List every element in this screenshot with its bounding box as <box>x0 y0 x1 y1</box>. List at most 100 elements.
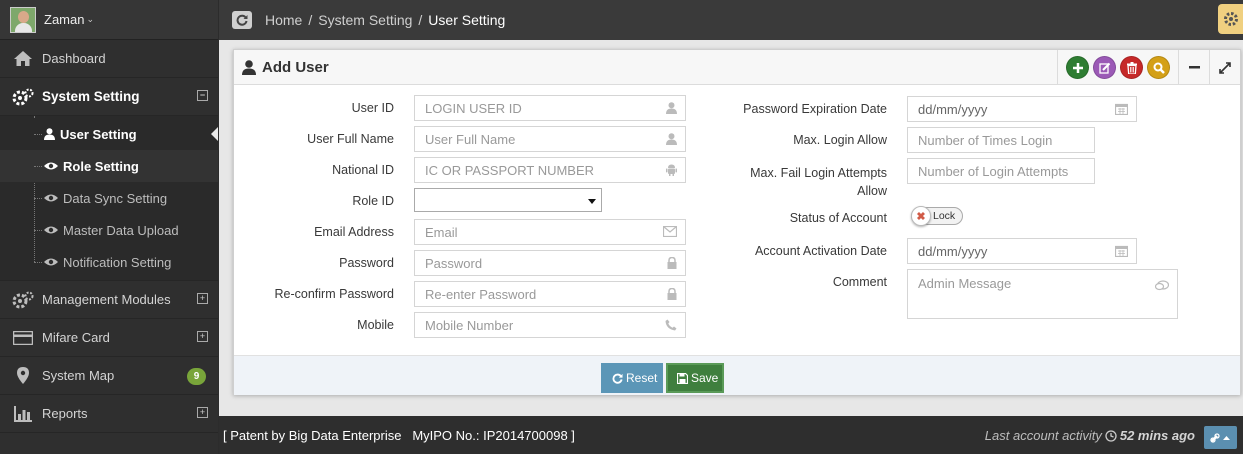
account-activation-date-field[interactable]: dd/mm/yyyy <box>907 238 1137 264</box>
calendar-icon <box>1115 245 1128 257</box>
refresh-icon <box>612 373 623 384</box>
close-icon: ✖ <box>911 206 931 226</box>
eye-icon <box>44 257 58 267</box>
sidebar-item-data-sync-setting[interactable]: Data Sync Setting <box>0 182 218 214</box>
comment-placeholder: Admin Message <box>918 276 1012 291</box>
sidebar-item-label: System Setting <box>42 89 140 104</box>
expand-icon[interactable]: + <box>197 407 208 418</box>
email-placeholder: Email <box>425 224 458 240</box>
user-id-field[interactable]: LOGIN USER ID <box>414 95 686 121</box>
comment-textarea[interactable]: Admin Message <box>907 269 1178 319</box>
role-id-select[interactable] <box>414 188 602 212</box>
floppy-disk-icon <box>677 372 688 384</box>
breadcrumb-home[interactable]: Home <box>265 12 302 28</box>
password-label: Password <box>339 256 394 270</box>
max-fail-label: Max. Fail Login Attempts Allow <box>750 164 887 200</box>
sidebar-item-label: Management Modules <box>42 292 171 307</box>
user-icon <box>666 102 677 114</box>
breadcrumb-separator: / <box>308 12 313 28</box>
expand-icon <box>1219 61 1231 74</box>
refresh-icon <box>236 14 248 26</box>
mobile-placeholder: Mobile Number <box>425 317 514 333</box>
status-of-account-label: Status of Account <box>789 211 887 225</box>
sidebar-item-system-map[interactable]: System Map 9 <box>0 357 218 395</box>
expand-icon[interactable]: + <box>197 331 208 342</box>
lock-icon <box>667 288 677 300</box>
sidebar-item-reports[interactable]: Reports + <box>0 395 218 433</box>
role-id-label: Role ID <box>352 194 394 208</box>
user-icon <box>44 128 55 140</box>
scroll-top-button[interactable] <box>1204 426 1237 449</box>
user-menu[interactable]: Zaman ⌄ <box>0 0 218 40</box>
max-login-label: Max. Login Allow <box>793 133 887 147</box>
sidebar-item-label: Reports <box>42 406 88 421</box>
breadcrumb-system-setting[interactable]: System Setting <box>318 12 412 28</box>
refresh-button[interactable] <box>232 11 252 29</box>
link-up-icon <box>1209 432 1230 443</box>
max-fail-label-line2: Allow <box>857 184 887 198</box>
add-button[interactable] <box>1066 56 1089 79</box>
panel-title: Add User <box>242 59 329 76</box>
gear-icon <box>1223 12 1238 26</box>
max-fail-label-line1: Max. Fail Login Attempts <box>750 166 887 180</box>
max-fail-placeholder: Number of Login Attempts <box>918 163 1069 179</box>
comment-label: Comment <box>832 275 887 289</box>
expand-icon[interactable]: + <box>197 293 208 304</box>
reconfirm-password-field[interactable]: Re-enter Password <box>414 281 686 307</box>
edit-button[interactable] <box>1093 56 1116 79</box>
action-buttons <box>1057 50 1178 85</box>
delete-button[interactable] <box>1120 56 1143 79</box>
sidebar-item-label: Master Data Upload <box>63 222 179 238</box>
sidebar-item-master-data-upload[interactable]: Master Data Upload <box>0 214 218 246</box>
fullscreen-button[interactable] <box>1209 50 1240 85</box>
password-expiration-date-field[interactable]: dd/mm/yyyy <box>907 96 1137 122</box>
sidebar-item-mifare-card[interactable]: Mifare Card + <box>0 319 218 357</box>
last-activity: Last account activity 52 mins ago <box>985 428 1195 443</box>
password-field[interactable]: Password <box>414 250 686 276</box>
eye-icon <box>44 193 58 203</box>
system-setting-submenu: User Setting Role Setting Data Sync Sett… <box>0 116 218 281</box>
reset-button[interactable]: Reset <box>601 363 663 393</box>
sidebar-item-label: System Map <box>42 368 115 383</box>
cogs-icon <box>12 88 34 106</box>
credit-card-icon <box>12 330 34 345</box>
national-id-field[interactable]: IC OR PASSPORT NUMBER <box>414 157 686 183</box>
settings-button[interactable] <box>1218 4 1243 34</box>
email-field[interactable]: Email <box>414 219 686 245</box>
breadcrumb-separator: / <box>418 12 423 28</box>
form-actions: Reset Save <box>234 355 1240 395</box>
android-icon <box>666 164 677 176</box>
sidebar-item-notification-setting[interactable]: Notification Setting <box>0 246 218 278</box>
max-login-field[interactable]: Number of Times Login <box>907 127 1095 153</box>
eye-icon <box>44 225 58 235</box>
footer: [ Patent by Big Data Enterprise MyIPO No… <box>219 416 1243 454</box>
activation-date-label: Account Activation Date <box>754 244 887 258</box>
save-button[interactable]: Save <box>666 363 724 393</box>
sidebar-item-management-modules[interactable]: Management Modules + <box>0 281 218 319</box>
main-content: Add User User ID User Full Name National… <box>219 40 1243 416</box>
sidebar-item-system-setting[interactable]: System Setting − <box>0 78 218 116</box>
eye-icon <box>44 161 58 171</box>
account-lock-toggle[interactable]: ✖ Lock <box>911 206 963 226</box>
add-user-panel: Add User User ID User Full Name National… <box>233 49 1241 395</box>
reconfirm-password-label: Re-confirm Password <box>274 287 394 301</box>
search-button[interactable] <box>1147 56 1170 79</box>
envelope-icon <box>663 226 677 237</box>
sidebar-item-dashboard[interactable]: Dashboard <box>0 40 218 78</box>
bar-chart-icon <box>12 405 34 422</box>
sidebar-item-role-setting[interactable]: Role Setting <box>0 150 218 182</box>
sidebar-item-label: Notification Setting <box>63 254 172 270</box>
max-fail-login-field[interactable]: Number of Login Attempts <box>907 158 1095 184</box>
sidebar: Zaman ⌄ Dashboard System Setting − User … <box>0 0 218 454</box>
calendar-icon <box>1115 103 1128 115</box>
collapse-icon[interactable]: − <box>197 90 208 101</box>
user-icon <box>666 133 677 145</box>
user-full-name-field[interactable]: User Full Name <box>414 126 686 152</box>
mobile-field[interactable]: Mobile Number <box>414 312 686 338</box>
password-expiration-label: Password Expiration Date <box>743 102 887 116</box>
sidebar-item-user-setting[interactable]: User Setting <box>0 118 218 150</box>
collapse-button[interactable] <box>1178 50 1209 85</box>
password-expiration-placeholder: dd/mm/yyyy <box>918 101 988 117</box>
home-icon <box>12 51 34 66</box>
save-label: Save <box>691 371 719 385</box>
